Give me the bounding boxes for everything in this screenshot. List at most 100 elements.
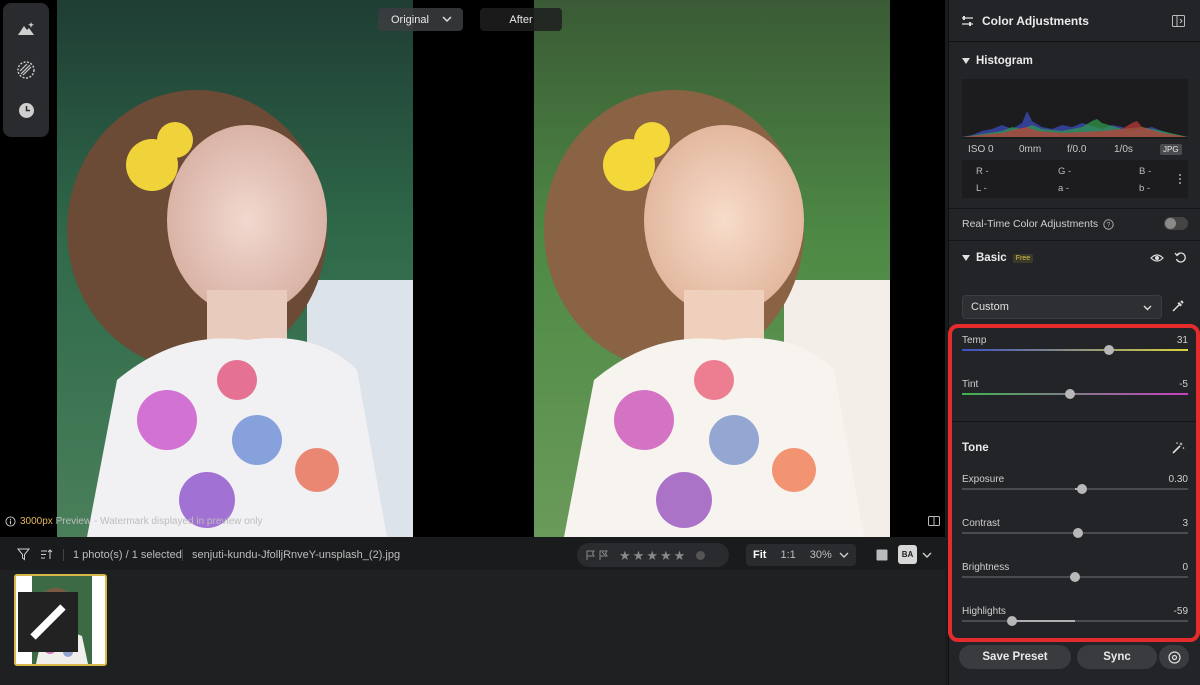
edited-badge-icon (18, 592, 78, 652)
tint-slider[interactable]: Tint -5 (962, 379, 1188, 409)
magic-wand-icon[interactable] (1171, 441, 1185, 455)
readout-r: R - (976, 166, 989, 177)
panel-header: Color Adjustments (949, 0, 1200, 42)
sort-icon[interactable] (40, 548, 53, 561)
eye-icon[interactable] (1150, 252, 1164, 264)
format-badge: JPG (1160, 143, 1182, 155)
slider-label: Highlights (962, 606, 1006, 617)
clock-icon (18, 103, 34, 119)
preview-note-text: Preview - Watermark displayed in preview… (55, 516, 263, 527)
star-rating-5[interactable]: ★ (674, 549, 686, 562)
preset-dropdown[interactable]: Custom (962, 295, 1162, 319)
flag-icon[interactable] (585, 550, 596, 561)
color-label-icon[interactable] (695, 550, 706, 561)
before-after-toggle[interactable]: BA (898, 545, 917, 564)
basic-section-toggle[interactable]: Basic Free (962, 252, 1034, 264)
slider-knob[interactable] (1103, 345, 1114, 355)
compare-after-label: After (480, 8, 562, 31)
contrast-slider[interactable]: Contrast 3 (962, 518, 1188, 548)
histogram-graph (962, 79, 1188, 139)
color-readout: R - G - B - L - a - b - (962, 160, 1188, 198)
highlights-slider[interactable]: Highlights -59 (962, 606, 1188, 636)
slider-label: Brightness (962, 562, 1010, 573)
slider-knob[interactable] (1076, 484, 1087, 494)
slider-knob[interactable] (1073, 528, 1084, 538)
star-rating-3[interactable]: ★ (646, 549, 658, 562)
collapse-triangle-icon (962, 58, 970, 64)
compare-mode-dropdown[interactable]: Original (378, 8, 463, 31)
realtime-toggle[interactable] (1164, 217, 1188, 230)
zoom-1to1-button[interactable]: 1:1 (773, 549, 802, 561)
slider-value[interactable]: 3 (1182, 518, 1188, 529)
hatched-circle-icon (17, 61, 35, 79)
info-icon (5, 516, 16, 527)
exif-aperture: f/0.0 (1067, 143, 1087, 155)
slider-label: Contrast (962, 518, 1000, 529)
preview-note: 3000px Preview - Watermark displayed in … (5, 516, 263, 527)
chevron-down-icon (1143, 305, 1152, 311)
rating-bar: ★ ★ ★ ★ ★ (577, 543, 729, 567)
chevron-down-icon (442, 16, 452, 23)
sync-options-button[interactable] (1159, 645, 1189, 669)
tool-mask[interactable] (11, 55, 41, 85)
slider-track[interactable] (962, 620, 1188, 622)
tool-adjust[interactable] (11, 14, 41, 44)
split-view-icon[interactable] (928, 515, 940, 527)
slider-knob[interactable] (1070, 572, 1080, 582)
eyedropper-icon[interactable] (1171, 299, 1185, 313)
realtime-label: Real-Time Color Adjustments (962, 218, 1099, 230)
realtime-row: Real-Time Color Adjustments ? (962, 218, 1192, 230)
sync-button[interactable]: Sync (1077, 645, 1157, 669)
slider-knob[interactable] (1065, 389, 1076, 399)
panel-footer: Save Preset Sync (948, 645, 1200, 671)
slider-value[interactable]: -59 (1174, 606, 1188, 617)
slider-knob[interactable] (1006, 616, 1017, 626)
star-rating-1[interactable]: ★ (619, 549, 631, 562)
after-label-text: After (509, 13, 533, 26)
histogram-section-toggle[interactable]: Histogram (962, 55, 1033, 67)
slider-value[interactable]: -5 (1179, 379, 1188, 390)
svg-text:?: ? (1107, 222, 1111, 229)
save-preset-button[interactable]: Save Preset (959, 645, 1071, 669)
temp-slider[interactable]: Temp 31 (962, 335, 1188, 365)
gear-icon (1167, 650, 1181, 664)
panel-layout-icon[interactable] (1172, 15, 1185, 27)
divider (949, 421, 1200, 422)
selection-count: 1 photo(s) / 1 selected (73, 549, 182, 561)
exif-focal: 0mm (1019, 143, 1042, 155)
chevron-down-icon[interactable] (839, 550, 849, 560)
adjustments-panel: Color Adjustments Histogram ISO 0 0mm f/… (948, 0, 1200, 685)
single-view-icon[interactable] (876, 549, 888, 561)
tool-history[interactable] (11, 96, 41, 126)
divider (63, 549, 64, 561)
preset-value: Custom (971, 301, 1009, 313)
zoom-fit-button[interactable]: Fit (746, 549, 773, 561)
app-window: Original After 3000px Preview - Watermar… (0, 0, 1200, 685)
more-vertical-icon[interactable] (1178, 173, 1182, 185)
filmstrip (0, 570, 945, 685)
photo-after (534, 0, 890, 537)
file-name: senjuti-kundu-JfolljRnveY-unsplash_(2).j… (192, 549, 401, 561)
zoom-controls: Fit 1:1 30% (746, 544, 856, 566)
star-rating-2[interactable]: ★ (633, 549, 645, 562)
chevron-down-icon[interactable] (922, 550, 932, 560)
exif-info: ISO 0 0mm f/0.0 1/0s JPG (962, 141, 1188, 157)
slider-value[interactable]: 0 (1182, 562, 1188, 573)
slider-value[interactable]: 0.30 (1169, 474, 1188, 485)
reset-icon[interactable] (1174, 251, 1187, 264)
slider-value[interactable]: 31 (1177, 335, 1188, 346)
slider-fill (1011, 620, 1075, 622)
filter-icon[interactable] (17, 548, 30, 561)
star-rating-4[interactable]: ★ (660, 549, 672, 562)
reject-flag-icon[interactable] (598, 550, 609, 561)
brightness-slider[interactable]: Brightness 0 (962, 562, 1188, 592)
preview-resolution: 3000px (20, 516, 53, 527)
readout-b: B - (1139, 166, 1152, 177)
exposure-slider[interactable]: Exposure 0.30 (962, 474, 1188, 504)
divider (182, 549, 183, 561)
photo-thumbnail[interactable] (14, 574, 107, 666)
photo-before (57, 0, 413, 537)
slider-track[interactable] (962, 349, 1188, 351)
help-icon[interactable]: ? (1103, 218, 1114, 230)
zoom-percent-dropdown[interactable]: 30% (803, 549, 839, 561)
